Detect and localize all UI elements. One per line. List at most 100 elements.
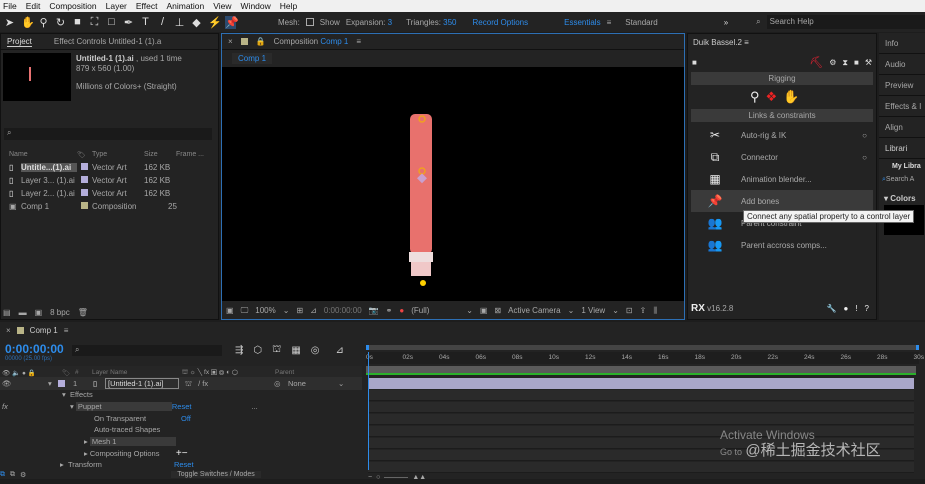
hand-icon[interactable]: ✋	[783, 89, 799, 105]
snapshot-icon[interactable]: 📷	[369, 306, 379, 315]
puppet-effect[interactable]: fx ▾ Puppet Reset...	[0, 401, 360, 413]
menu-view[interactable]: View	[213, 1, 231, 11]
tab-preview[interactable]: Preview	[879, 75, 925, 96]
reset-exposure-icon[interactable]: ⇪	[640, 306, 647, 315]
menu-window[interactable]: Window	[241, 1, 271, 11]
col-frame[interactable]: Frame ...	[176, 151, 204, 158]
workspace-essentials[interactable]: Essentials	[564, 18, 600, 27]
bones-icon[interactable]: ⚲	[750, 89, 760, 105]
monitor-icon[interactable]: 🖵	[241, 306, 249, 316]
always-preview-icon[interactable]: ▣	[226, 306, 234, 315]
hand-tool-icon[interactable]: ✋	[21, 16, 35, 29]
flowchart-icon[interactable]: ⫼	[653, 306, 657, 316]
settings-wrench-icon[interactable]: 🔧	[827, 304, 837, 313]
motion-blur-icon[interactable]: ◎	[311, 345, 320, 356]
menu-composition[interactable]: Composition	[49, 1, 96, 11]
interpret-footage-icon[interactable]: ▤	[3, 308, 11, 317]
safe-zones-icon[interactable]: ⊞	[296, 306, 303, 315]
zoom-dropdown[interactable]: 100%	[255, 306, 275, 315]
col-size[interactable]: Size	[144, 151, 176, 158]
menu-file[interactable]: File	[3, 1, 17, 11]
duik-connector[interactable]: ⧉ Connector ○	[691, 146, 873, 168]
timeline-tab[interactable]: × Comp 1 ≡	[0, 322, 925, 338]
menu-layer[interactable]: Layer	[106, 1, 127, 11]
new-folder-icon[interactable]: ▬	[19, 308, 27, 317]
help-icon[interactable]: ?	[865, 304, 869, 313]
new-comp-icon[interactable]: ▣	[35, 308, 43, 317]
in-out-icon[interactable]: ⚙	[20, 471, 26, 479]
chat-icon[interactable]: ●	[843, 304, 848, 313]
puppet-pin[interactable]	[420, 280, 426, 286]
triangles-value[interactable]: 350	[443, 18, 456, 27]
resolution-dropdown[interactable]: (Full)	[411, 306, 459, 315]
work-area-bar[interactable]	[366, 345, 919, 350]
compositing-options[interactable]: ▸ Compositing Options +−	[0, 448, 360, 460]
on-transparent-value[interactable]: Off	[181, 414, 191, 423]
effects-group[interactable]: ▾ Effects	[0, 389, 360, 401]
text-tool-icon[interactable]: T	[140, 16, 151, 28]
col-type[interactable]: Type	[92, 151, 144, 158]
workspace-menu-icon[interactable]: ≡	[607, 18, 612, 27]
menu-edit[interactable]: Edit	[26, 1, 41, 11]
region-of-interest-icon[interactable]: ▣	[480, 306, 488, 315]
menu-help[interactable]: Help	[280, 1, 297, 11]
playhead[interactable]	[368, 352, 369, 470]
clone-stamp-tool-icon[interactable]: ⊥	[174, 16, 185, 29]
expansion-value[interactable]: 3	[388, 18, 392, 27]
trash-icon[interactable]: 🗑	[78, 308, 88, 317]
draft-3d-icon[interactable]: ⬡	[253, 345, 262, 356]
graph-editor-icon[interactable]: ⊿	[336, 345, 344, 356]
list-item[interactable]: ▯ Untitle...(1).ai Vector Art 162 KB	[9, 161, 209, 174]
tab-effects[interactable]: Effects & I	[879, 96, 925, 117]
layer-switches-icon[interactable]: ⧉	[0, 471, 5, 479]
library-search[interactable]: ⌕Search A	[879, 170, 925, 184]
camera-tool-icon[interactable]: ■	[72, 16, 83, 28]
pan-behind-tool-icon[interactable]: ⛶	[89, 16, 100, 29]
automation-icon[interactable]: ⚙	[829, 58, 836, 67]
zoom-tool-icon[interactable]: ⚲	[38, 16, 49, 29]
rectangle-tool-icon[interactable]: □	[106, 16, 117, 28]
duik-auto-rig[interactable]: ✂ Auto-rig & IK ○	[691, 124, 873, 146]
puppet-pin-tool-icon[interactable]: 📌	[225, 15, 239, 29]
my-library[interactable]: My Libra	[879, 159, 925, 170]
note-icon[interactable]: ■	[692, 58, 697, 67]
links-icon[interactable]: ❖	[766, 89, 778, 105]
roto-brush-tool-icon[interactable]: ⚡	[208, 16, 222, 29]
tools-icon[interactable]: ⚒	[865, 58, 872, 67]
toggle-pixel-icon[interactable]: ⊡	[626, 306, 633, 315]
layer-duration-bar[interactable]	[368, 378, 914, 389]
zoom-slider[interactable]: − ○ ▲▲	[368, 471, 426, 484]
record-options-button[interactable]: Record Options	[473, 18, 529, 27]
list-item[interactable]: ▯ Layer 3... (1).ai Vector Art 162 KB	[9, 174, 209, 187]
search-help-input[interactable]: Search Help	[766, 15, 925, 29]
workspace-standard[interactable]: Standard	[625, 18, 657, 27]
timeline-search-input[interactable]: ⌕	[72, 345, 222, 356]
tab-audio[interactable]: Audio	[879, 54, 925, 75]
duik-add-bones[interactable]: 📌 Add bones	[691, 190, 873, 212]
shy-icon[interactable]: ⛫	[272, 344, 281, 357]
duik-parent-comps[interactable]: 👥 Parent accross comps...	[691, 234, 873, 256]
comp-breadcrumb[interactable]: Comp 1	[232, 53, 273, 64]
bug-report-icon[interactable]: !	[855, 304, 857, 313]
toggle-switches-modes[interactable]: Toggle Switches / Modes	[171, 471, 261, 478]
camera-dropdown[interactable]: Active Camera	[508, 306, 560, 315]
comp-viewer[interactable]	[222, 67, 684, 301]
col-name[interactable]: Name	[9, 151, 77, 158]
list-item[interactable]: ▣ Comp 1 Composition 25	[9, 200, 209, 213]
transform-group[interactable]: ▸ Transform Reset	[0, 459, 360, 471]
views-dropdown[interactable]: 1 View	[581, 306, 605, 315]
tab-libraries[interactable]: Librari	[879, 138, 925, 159]
selection-tool-icon[interactable]: ➤	[4, 16, 15, 29]
project-search-input[interactable]: ⌕	[4, 128, 212, 140]
current-time[interactable]: 0:00:00:00	[324, 306, 362, 315]
list-item[interactable]: ▯ Layer 2... (1).ai Vector Art 162 KB	[9, 187, 209, 200]
brush-tool-icon[interactable]: /	[157, 16, 168, 28]
mesh-1[interactable]: ▸ Mesh 1	[0, 436, 360, 448]
rotate-tool-icon[interactable]: ↻	[55, 16, 66, 29]
tab-align[interactable]: Align	[879, 117, 925, 138]
transparency-grid-icon[interactable]: ⊠	[494, 306, 501, 315]
bpc-button[interactable]: 8 bpc	[50, 308, 70, 317]
channel-icon[interactable]: ●	[399, 306, 404, 315]
duik-animation-blender[interactable]: ▦ Animation blender...	[691, 168, 873, 190]
show-mesh-checkbox[interactable]	[305, 18, 314, 26]
